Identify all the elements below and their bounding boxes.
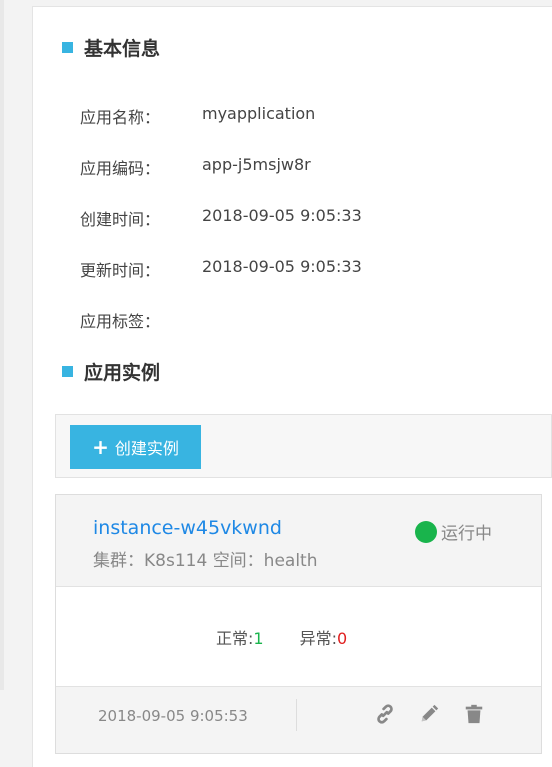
info-value: app-j5msjw8r: [202, 155, 311, 174]
section-bullet-icon: [62, 366, 73, 377]
instances-toolbar: + 创建实例: [55, 414, 552, 478]
instance-status: 运行中: [415, 519, 492, 544]
instance-card-header: instance-w45vkwnd 集群：K8s114 空间：health 运行…: [56, 495, 541, 587]
edit-icon[interactable]: [418, 703, 440, 725]
link-icon[interactable]: [374, 703, 396, 725]
delete-icon[interactable]: [463, 703, 485, 725]
normal-label: 正常:: [216, 629, 254, 648]
section-bullet-icon: [62, 42, 73, 53]
info-label: 应用编码：: [80, 159, 161, 178]
instance-cluster: 集群：K8s114: [93, 551, 208, 571]
instance-timestamp: 2018-09-05 9:05:53: [98, 707, 248, 725]
left-divider: [0, 0, 4, 690]
instance-meta: 集群：K8s114 空间：health: [93, 546, 318, 571]
basic-info-title: 基本信息: [84, 38, 161, 60]
info-label: 更新时间：: [80, 261, 161, 280]
info-value: 2018-09-05 9:05:33: [202, 257, 362, 276]
info-label: 应用标签：: [80, 312, 161, 331]
instance-card: instance-w45vkwnd 集群：K8s114 空间：health 运行…: [55, 494, 542, 754]
info-value: myapplication: [202, 104, 316, 123]
instance-space: 空间：health: [212, 551, 318, 571]
status-label: 运行中: [441, 524, 492, 544]
instance-card-footer: 2018-09-05 9:05:53: [56, 687, 541, 753]
info-label: 应用名称：: [80, 108, 161, 127]
footer-divider: [296, 699, 297, 731]
instance-health-counts: 正常:1 异常:0: [216, 625, 347, 649]
instance-card-body: 正常:1 异常:0: [56, 587, 541, 687]
status-dot-icon: [415, 520, 437, 543]
create-instance-button[interactable]: + 创建实例: [70, 425, 201, 469]
abnormal-label: 异常:: [299, 629, 337, 648]
create-instance-label: 创建实例: [114, 439, 179, 458]
abnormal-count: 0: [337, 629, 348, 648]
info-value: 2018-09-05 9:05:33: [202, 206, 362, 225]
instance-name-link[interactable]: instance-w45vkwnd: [93, 517, 282, 539]
normal-count: 1: [253, 629, 264, 648]
info-label: 创建时间：: [80, 210, 161, 229]
plus-icon: +: [92, 435, 109, 459]
instances-title: 应用实例: [84, 362, 161, 384]
